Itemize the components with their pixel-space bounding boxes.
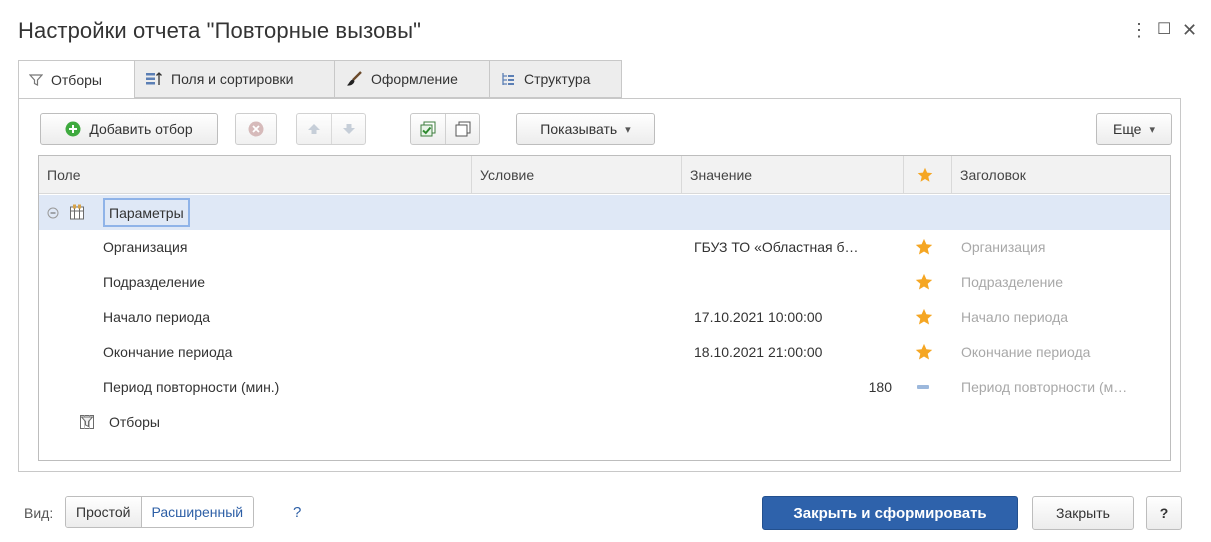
chevron-down-icon: ▾ (1149, 123, 1156, 136)
title-cell: Окончание периода (961, 344, 1091, 360)
tab-appearance[interactable]: Оформление (335, 60, 490, 98)
title-cell: Подразделение (961, 274, 1064, 290)
field-cell: Окончание периода (103, 344, 233, 360)
close-button[interactable]: Закрыть (1032, 496, 1134, 530)
uncheck-all-button[interactable] (445, 114, 479, 144)
field-cell: Подразделение (103, 274, 206, 290)
fields-sort-icon (146, 72, 162, 85)
add-icon (65, 121, 81, 137)
value-cell[interactable]: ГБУЗ ТО «Областная б… (694, 230, 899, 265)
column-header-condition[interactable]: Условие (471, 156, 681, 194)
dash-icon[interactable] (917, 385, 929, 390)
field-cell: Начало периода (103, 309, 211, 325)
more-menu-icon[interactable]: ⋮ (1130, 20, 1148, 40)
table-row-filters-group[interactable]: Отборы (39, 405, 1170, 440)
field-cell: Организация (103, 239, 188, 255)
tab-bar: Отборы Поля и сортировки Оформление Стру… (18, 60, 622, 99)
filters-group-label: Отборы (109, 414, 160, 430)
arrow-up-icon (308, 124, 320, 134)
tab-fields-sort[interactable]: Поля и сортировки (135, 60, 335, 98)
table-row[interactable]: Подразделение Подразделение (39, 265, 1170, 300)
structure-icon (502, 73, 514, 85)
title-cell: Период повторности (м… (961, 379, 1128, 395)
check-buttons (410, 113, 480, 145)
close-and-generate-button[interactable]: Закрыть и сформировать (762, 496, 1018, 530)
delete-icon (248, 121, 264, 137)
column-header-title[interactable]: Заголовок (951, 156, 1170, 194)
delete-button[interactable] (235, 113, 277, 145)
table-row-parameters-group[interactable]: Параметры (39, 195, 1170, 230)
tab-appearance-label: Оформление (371, 71, 458, 87)
chevron-down-icon: ▾ (625, 123, 631, 136)
add-filter-label: Добавить отбор (89, 121, 193, 137)
column-header-use[interactable] (903, 156, 951, 194)
uncheck-all-icon (455, 121, 470, 137)
tab-structure-label: Структура (524, 71, 591, 87)
star-icon[interactable] (915, 343, 933, 361)
move-down-button[interactable] (331, 114, 365, 144)
view-label: Вид: (24, 505, 54, 521)
value-cell[interactable]: 17.10.2021 10:00:00 (694, 300, 899, 335)
value-cell[interactable] (694, 265, 899, 300)
brush-icon (347, 71, 362, 86)
tab-structure[interactable]: Структура (490, 60, 622, 98)
field-cell: Период повторности (мин.) (103, 379, 280, 395)
check-all-button[interactable] (411, 114, 445, 144)
table-row[interactable]: Окончание периода 18.10.2021 21:00:00 Ок… (39, 335, 1170, 370)
star-icon[interactable] (915, 238, 933, 256)
column-header-value[interactable]: Значение (681, 156, 903, 194)
dialog-title: Настройки отчета "Повторные вызовы" (18, 18, 422, 43)
title-cell: Начало периода (961, 309, 1069, 325)
close-button-label: Закрыть (1056, 505, 1110, 521)
tab-filters-label: Отборы (51, 71, 102, 88)
view-extended-button[interactable]: Расширенный (141, 497, 254, 527)
table-row[interactable]: Начало периода 17.10.2021 10:00:00 Начал… (39, 300, 1170, 335)
help-button-label: ? (1159, 505, 1169, 521)
table-header: Поле Условие Значение Заголовок (39, 156, 1170, 194)
help-button[interactable]: ? (1146, 496, 1182, 530)
view-mode-switch: Простой Расширенный (65, 496, 255, 528)
show-dropdown-label: Показывать (540, 121, 618, 137)
show-dropdown[interactable]: Показывать ▾ (516, 113, 655, 145)
tab-fields-sort-label: Поля и сортировки (171, 71, 294, 87)
filter-icon (29, 73, 43, 86)
close-icon[interactable]: ✕ (1182, 20, 1197, 40)
move-up-button[interactable] (297, 114, 331, 144)
column-header-field[interactable]: Поле (39, 156, 471, 194)
parameters-icon (69, 195, 89, 230)
filters-group-icon (79, 405, 99, 440)
maximize-icon[interactable]: ☐ (1157, 20, 1171, 40)
help-link[interactable]: ? (293, 504, 301, 521)
tab-filters[interactable]: Отборы (18, 60, 135, 99)
star-icon (917, 167, 933, 182)
star-icon[interactable] (915, 273, 933, 291)
parameters-group-label: Параметры (103, 198, 190, 227)
title-cell: Организация (961, 239, 1046, 255)
table-row[interactable]: Период повторности (мин.) 180 Период пов… (39, 370, 1170, 405)
filters-table: Поле Условие Значение Заголовок Параметр… (38, 155, 1171, 461)
star-icon[interactable] (915, 308, 933, 326)
collapse-icon[interactable] (47, 195, 63, 230)
table-row[interactable]: Организация ГБУЗ ТО «Областная б… Органи… (39, 230, 1170, 265)
value-cell[interactable]: 180 (694, 370, 892, 405)
add-filter-button[interactable]: Добавить отбор (40, 113, 218, 145)
value-cell[interactable]: 18.10.2021 21:00:00 (694, 335, 899, 370)
view-simple-button[interactable]: Простой (66, 497, 142, 527)
check-all-icon (420, 121, 436, 137)
more-actions-label: Еще (1112, 121, 1142, 137)
move-buttons (296, 113, 366, 145)
arrow-down-icon (342, 124, 355, 134)
more-actions-dropdown[interactable]: Еще ▾ (1096, 113, 1172, 145)
